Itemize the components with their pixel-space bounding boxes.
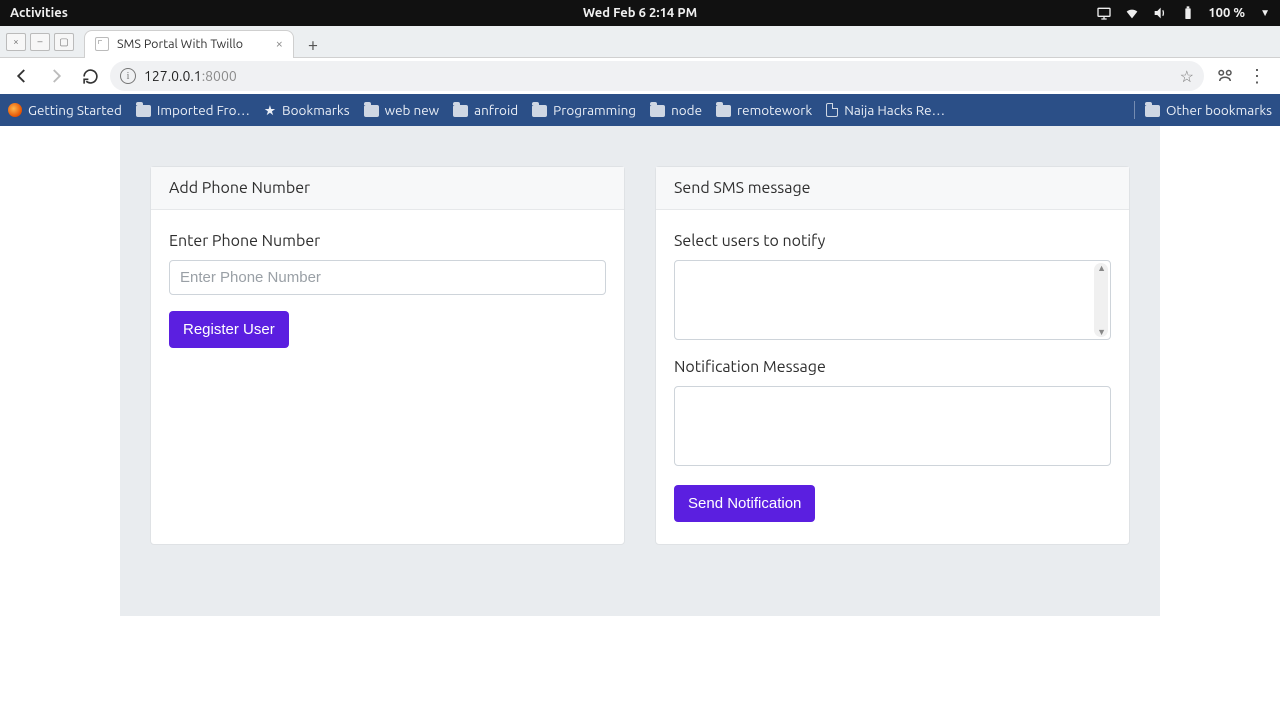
address-bar[interactable]: i 127.0.0.1:8000 ☆ [110,61,1204,91]
star-icon: ★ [264,102,276,119]
url-display: 127.0.0.1:8000 [144,68,237,84]
message-textarea[interactable] [674,386,1111,466]
tab-favicon [95,37,109,51]
forward-button[interactable] [42,62,70,90]
bookmark-getting-started[interactable]: Getting Started [8,102,122,118]
select-users-label: Select users to notify [674,232,1111,250]
page-container: Add Phone Number Enter Phone Number Regi… [120,126,1160,616]
system-menu-caret[interactable]: ▼ [1260,7,1270,19]
activities-button[interactable]: Activities [10,6,68,20]
folder-icon [532,105,547,117]
tab-close-icon[interactable]: × [276,37,283,51]
browser-tabstrip: × – ▢ SMS Portal With Twillo × + [0,26,1280,58]
users-select[interactable]: ▲ ▼ [674,260,1111,340]
extensions-icon[interactable] [1216,66,1234,87]
battery-percent: 100 % [1208,6,1245,20]
volume-icon[interactable] [1152,5,1168,21]
phone-input[interactable] [169,260,606,295]
bookmark-bookmarks[interactable]: ★Bookmarks [264,102,350,119]
bookmark-remotework[interactable]: remotework [716,102,812,118]
window-minimize-button[interactable]: – [30,33,50,51]
page-viewport: Add Phone Number Enter Phone Number Regi… [0,126,1280,720]
reload-button[interactable] [76,62,104,90]
scroll-down-icon[interactable]: ▼ [1097,327,1106,337]
bookmark-imported[interactable]: Imported Fro… [136,102,250,118]
os-top-bar: Activities Wed Feb 6 2:14 PM 100 % ▼ [0,0,1280,26]
window-maximize-button[interactable]: ▢ [54,33,74,51]
bookmarks-separator [1134,101,1135,119]
browser-tab[interactable]: SMS Portal With Twillo × [84,30,294,58]
send-sms-card: Send SMS message Select users to notify … [655,166,1130,545]
bookmark-other[interactable]: Other bookmarks [1145,102,1272,118]
bookmark-programming[interactable]: Programming [532,102,636,118]
register-user-button[interactable]: Register User [169,311,289,348]
folder-icon [453,105,468,117]
site-info-icon[interactable]: i [120,68,136,84]
new-tab-button[interactable]: + [300,32,326,58]
battery-icon[interactable] [1180,5,1196,21]
firefox-icon [8,103,22,117]
display-icon[interactable] [1096,5,1112,21]
folder-icon [1145,105,1160,117]
bookmark-naijahacks[interactable]: Naija Hacks Re… [826,102,945,118]
back-button[interactable] [8,62,36,90]
send-notification-button[interactable]: Send Notification [674,485,815,522]
folder-icon [364,105,379,117]
bookmark-node[interactable]: node [650,102,702,118]
bookmark-star-icon[interactable]: ☆ [1180,67,1194,86]
folder-icon [650,105,665,117]
message-label: Notification Message [674,358,1111,376]
add-phone-header: Add Phone Number [151,167,624,210]
window-close-button[interactable]: × [6,33,26,51]
folder-icon [136,105,151,117]
folder-icon [716,105,731,117]
phone-label: Enter Phone Number [169,232,606,250]
os-clock: Wed Feb 6 2:14 PM [583,6,697,20]
document-icon [826,103,838,117]
wifi-icon[interactable] [1124,5,1140,21]
tab-title: SMS Portal With Twillo [117,37,243,51]
bookmark-anfroid[interactable]: anfroid [453,102,518,118]
bookmarks-bar: Getting Started Imported Fro… ★Bookmarks… [0,94,1280,126]
send-sms-header: Send SMS message [656,167,1129,210]
bookmark-webnew[interactable]: web new [364,102,440,118]
browser-toolbar: i 127.0.0.1:8000 ☆ ⋮ [0,58,1280,94]
add-phone-card: Add Phone Number Enter Phone Number Regi… [150,166,625,545]
scrollbar[interactable] [1094,263,1108,337]
scroll-up-icon[interactable]: ▲ [1097,263,1106,273]
